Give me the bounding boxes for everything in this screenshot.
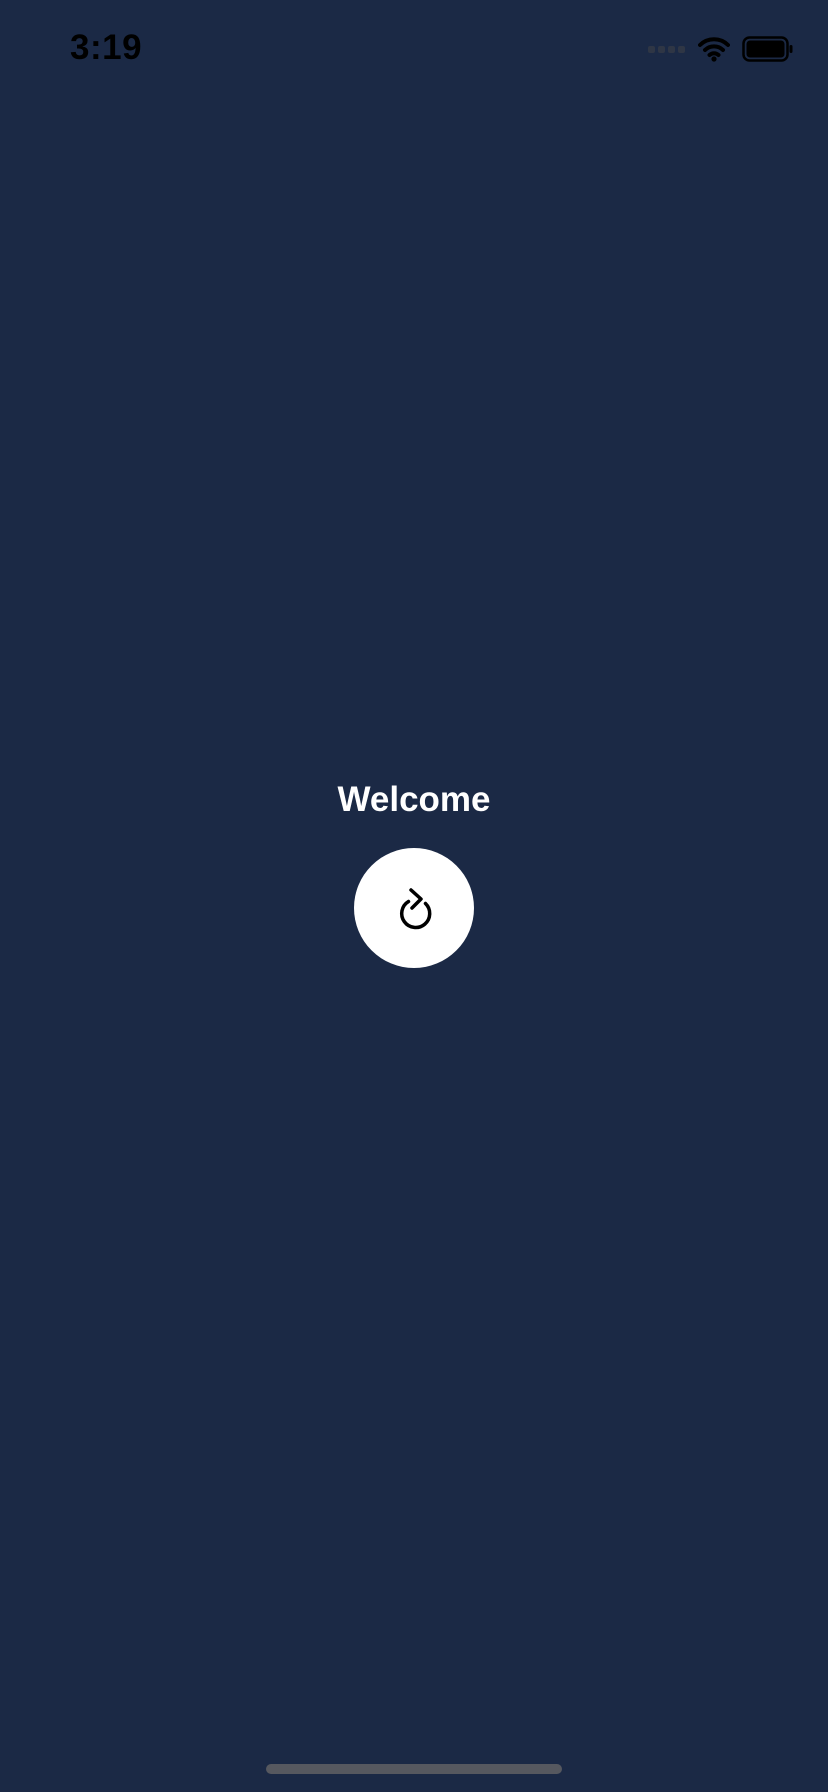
home-indicator[interactable] — [266, 1764, 562, 1774]
cellular-signal-icon — [648, 46, 685, 53]
page-title: Welcome — [337, 780, 491, 819]
refresh-icon — [399, 888, 432, 930]
status-time: 3:19 — [70, 28, 143, 67]
status-bar: 3:19 — [0, 0, 828, 100]
battery-icon — [742, 36, 793, 62]
refresh-button[interactable] — [354, 848, 474, 968]
wifi-icon — [698, 37, 730, 62]
status-icons — [648, 34, 794, 64]
